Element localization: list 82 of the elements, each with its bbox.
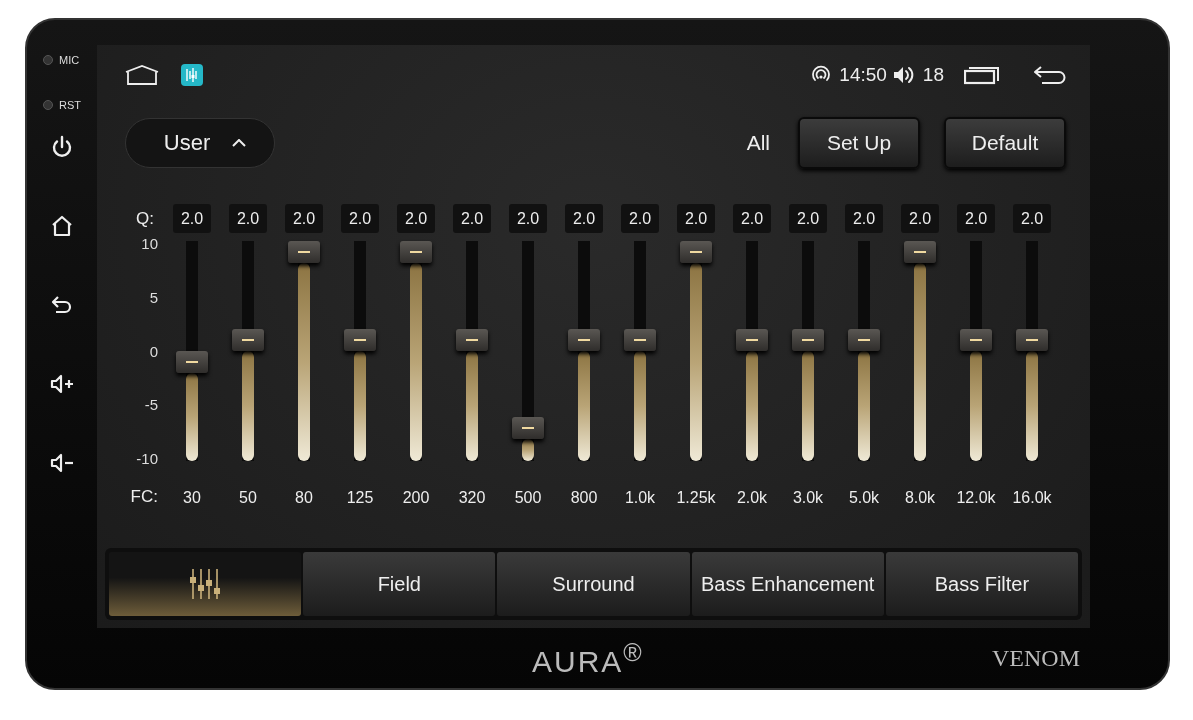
hardware-label: MIC xyxy=(59,54,80,66)
brand-logo: AURA$^{®}$ xyxy=(532,637,644,679)
slider-thumb[interactable] xyxy=(680,241,712,263)
frequency-label: 1.0k xyxy=(624,489,656,507)
q-value[interactable]: 2.0 xyxy=(845,204,883,233)
frequency-label: 16.0k xyxy=(1012,489,1052,507)
q-label: Q: xyxy=(136,208,154,230)
volume-up-icon[interactable] xyxy=(50,372,74,396)
volume-level: 18 xyxy=(922,64,944,86)
model-name: VENOM xyxy=(992,644,1080,672)
q-value[interactable]: 2.0 xyxy=(229,204,267,233)
frequency-label: 200 xyxy=(402,489,430,507)
action-button[interactable]: Default xyxy=(944,117,1066,169)
hardware-label: RST xyxy=(59,99,81,111)
home-icon[interactable] xyxy=(125,65,159,85)
scale-label: 0 xyxy=(149,342,158,360)
frequency-label: 800 xyxy=(570,489,598,507)
slider-thumb[interactable] xyxy=(400,241,432,263)
home-icon[interactable] xyxy=(50,214,74,238)
scope-label: All xyxy=(746,131,770,155)
volume-icon xyxy=(892,65,915,85)
frequency-label: 125 xyxy=(346,489,374,507)
scale-label: -5 xyxy=(144,396,158,414)
sound-tab[interactable]: Surround xyxy=(497,552,690,616)
scale-label: -10 xyxy=(136,450,158,467)
frequency-label: 12.0k xyxy=(956,489,996,507)
q-value[interactable]: 2.0 xyxy=(677,204,715,233)
q-value[interactable]: 2.0 xyxy=(957,204,995,233)
equalizer-tab[interactable] xyxy=(109,552,302,616)
q-value[interactable]: 2.0 xyxy=(341,204,379,233)
q-value[interactable]: 2.0 xyxy=(789,204,827,233)
pinhole-icon xyxy=(43,55,53,65)
q-value[interactable]: 2.0 xyxy=(173,204,211,233)
scale-label: 5 xyxy=(149,288,158,306)
frequency-label: 500 xyxy=(514,489,542,507)
slider-thumb[interactable] xyxy=(624,329,656,351)
frequency-label: 2.0k xyxy=(736,489,768,507)
pinhole-icon xyxy=(43,100,53,110)
slider-thumb[interactable] xyxy=(792,329,824,351)
slider-thumb[interactable] xyxy=(456,329,488,351)
volume-down-icon[interactable] xyxy=(50,451,74,475)
frequency-label: 30 xyxy=(183,489,201,507)
slider-thumb[interactable] xyxy=(848,329,880,351)
scale-label: 10 xyxy=(141,235,158,252)
slider-thumb[interactable] xyxy=(568,329,600,351)
sound-tab[interactable]: Bass Enhancement xyxy=(691,552,884,616)
chevron-up-icon xyxy=(232,139,247,147)
preset-dropdown[interactable]: User xyxy=(125,118,275,168)
power-icon[interactable] xyxy=(50,135,74,159)
slider-thumb[interactable] xyxy=(960,329,992,351)
frequency-label: 8.0k xyxy=(904,489,936,507)
slider-thumb[interactable] xyxy=(344,329,376,351)
frequency-label: 50 xyxy=(239,489,257,507)
q-value[interactable]: 2.0 xyxy=(733,204,771,233)
slider-thumb[interactable] xyxy=(288,241,320,263)
q-value[interactable]: 2.0 xyxy=(1013,204,1051,233)
q-value[interactable]: 2.0 xyxy=(397,204,435,233)
q-value[interactable]: 2.0 xyxy=(565,204,603,233)
fc-label: FC: xyxy=(130,487,158,507)
sound-tab[interactable]: Field xyxy=(303,552,496,616)
q-value[interactable]: 2.0 xyxy=(621,204,659,233)
slider-thumb[interactable] xyxy=(176,351,208,373)
action-button[interactable]: Set Up xyxy=(798,117,920,169)
q-value[interactable]: 2.0 xyxy=(453,204,491,233)
equalizer-app-icon[interactable] xyxy=(181,64,203,86)
frequency-label: 5.0k xyxy=(848,489,880,507)
slider-thumb[interactable] xyxy=(904,241,936,263)
q-value[interactable]: 2.0 xyxy=(901,204,939,233)
q-value[interactable]: 2.0 xyxy=(509,204,547,233)
sound-tab[interactable]: Bass Filter xyxy=(885,552,1078,616)
frequency-label: 320 xyxy=(458,489,486,507)
slider-thumb[interactable] xyxy=(1016,329,1048,351)
clock-time: 14:50 xyxy=(839,64,887,86)
frequency-label: 80 xyxy=(295,489,313,507)
recent-apps-icon[interactable] xyxy=(964,65,1000,85)
frequency-label: 3.0k xyxy=(792,489,824,507)
slider-thumb[interactable] xyxy=(512,417,544,439)
frequency-label: 1.25k xyxy=(676,489,716,507)
slider-thumb[interactable] xyxy=(736,329,768,351)
slider-thumb[interactable] xyxy=(232,329,264,351)
back-icon[interactable] xyxy=(1032,65,1068,85)
q-value[interactable]: 2.0 xyxy=(285,204,323,233)
